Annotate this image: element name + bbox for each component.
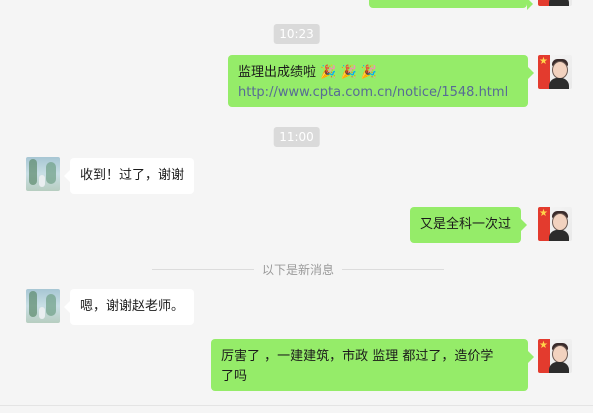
message-bubble-5[interactable]: 厉害了 ，一建建筑，市政 监理 都过了，造价学 了吗	[211, 339, 534, 391]
message-bubble-4[interactable]: 嗯，谢谢赵老师。	[63, 289, 195, 325]
input-area-border	[0, 405, 593, 406]
avatar-teacher[interactable]: ★	[538, 339, 572, 373]
party-popper-icon: 🎉	[320, 65, 337, 80]
message-text: 监理出成绩啦	[238, 65, 317, 80]
divider-line	[152, 268, 254, 270]
timestamp-1: 10:23	[273, 24, 320, 44]
party-popper-icon: 🎉	[340, 65, 357, 80]
new-messages-divider: 以下是新消息	[152, 262, 445, 277]
party-popper-icon: 🎉	[360, 65, 377, 80]
message-text: 嗯，谢谢赵老师。	[80, 299, 185, 314]
message-text: 了吗	[221, 369, 248, 384]
avatar-student[interactable]	[26, 157, 60, 191]
divider-text: 以下是新消息	[262, 262, 335, 277]
message-text: 厉害了 ，一建建筑，市政 监理 都过了，造价学	[221, 349, 494, 364]
timestamp-2: 11:00	[273, 127, 320, 147]
message-bubble-1[interactable]: 监理出成绩啦 🎉 🎉 🎉 http://www.cpta.com.cn/noti…	[228, 55, 534, 107]
chat-window: ★ 10:23 监理出成绩啦 🎉 🎉 🎉 http://www.cpta.com…	[0, 0, 593, 413]
avatar-teacher[interactable]: ★	[538, 207, 572, 241]
message-link[interactable]: http://www.cpta.com.cn/notice/1548.html	[238, 83, 518, 103]
avatar-student[interactable]	[26, 289, 60, 323]
message-text: 又是全科一次过	[420, 217, 512, 232]
message-bubble-3[interactable]: 又是全科一次过	[410, 207, 528, 243]
message-bubble-2[interactable]: 收到！过了，谢谢	[63, 158, 195, 194]
divider-line	[342, 268, 445, 270]
message-bubble-partial[interactable]	[369, 0, 533, 10]
avatar-teacher[interactable]: ★	[538, 0, 572, 6]
avatar-teacher[interactable]: ★	[538, 55, 572, 89]
message-text: 收到！过了，谢谢	[80, 168, 185, 183]
